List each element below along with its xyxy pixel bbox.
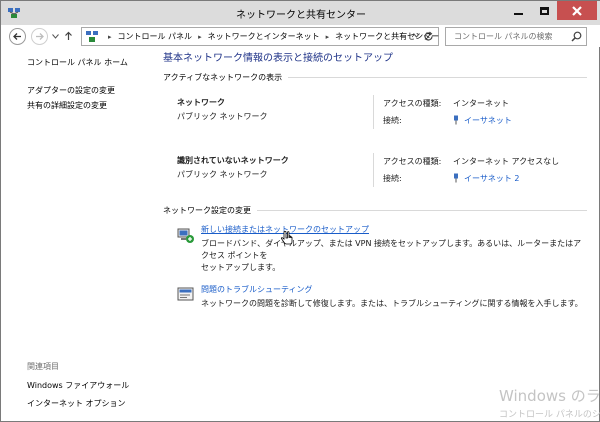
breadcrumb-separator[interactable]: ▸ bbox=[198, 33, 202, 41]
network-type-link[interactable]: パブリック ネットワーク bbox=[177, 111, 268, 122]
network-details: アクセスの種類: インターネット 接続: イーサネット bbox=[383, 97, 512, 131]
connection-label: 接続: bbox=[383, 173, 402, 183]
troubleshoot-icon bbox=[177, 287, 194, 301]
see-also-heading: 関連項目 bbox=[27, 362, 59, 371]
section-heading-label: アクティブなネットワークの表示 bbox=[163, 73, 283, 82]
advanced-sharing-settings-link[interactable]: 共有の詳細設定の変更 bbox=[27, 100, 147, 111]
network-info: ネットワーク パブリック ネットワーク bbox=[177, 97, 268, 122]
maximize-button[interactable] bbox=[531, 1, 557, 20]
connection-row: 接続: イーサネット 2 bbox=[383, 172, 559, 184]
close-icon bbox=[572, 5, 582, 16]
access-type-value: インターネット アクセスなし bbox=[453, 156, 560, 166]
connection-label: 接続: bbox=[383, 115, 402, 125]
see-also-section: 関連項目 Windows ファイアウォール インターネット オプション bbox=[27, 361, 157, 416]
ethernet-connection-link[interactable]: イーサネット bbox=[453, 115, 512, 126]
ethernet-2-connection-link[interactable]: イーサネット 2 bbox=[453, 173, 519, 184]
search-placeholder: コントロール パネルの検索 bbox=[454, 32, 553, 41]
section-heading-label: ネットワーク設定の変更 bbox=[163, 206, 251, 215]
title-bar[interactable]: ネットワークと共有センター bbox=[1, 1, 600, 25]
breadcrumb-separator[interactable]: ▸ bbox=[326, 33, 330, 41]
connection-row: 接続: イーサネット bbox=[383, 114, 512, 126]
activation-watermark-subtext: コントロール パネルのシ bbox=[499, 410, 600, 420]
page-title: 基本ネットワーク情報の表示と接続のセットアップ bbox=[163, 53, 393, 64]
hand-cursor-icon bbox=[281, 231, 293, 245]
breadcrumb-separator[interactable]: ▸ bbox=[108, 33, 112, 41]
back-button[interactable] bbox=[9, 28, 26, 45]
network-name: 識別されていないネットワーク bbox=[177, 156, 289, 165]
control-panel-icon bbox=[86, 31, 98, 42]
network-settings-heading: ネットワーク設定の変更 bbox=[163, 205, 587, 216]
main-content: 基本ネットワーク情報の表示と接続のセットアップ アクティブなネットワークの表示 … bbox=[163, 49, 587, 320]
address-bar[interactable]: ▸ コントロール パネル ▸ ネットワークとインターネット ▸ ネットワークと共… bbox=[81, 27, 439, 46]
network-entry: ネットワーク パブリック ネットワーク アクセスの種類: インターネット 接続: bbox=[163, 95, 587, 155]
access-type-row: アクセスの種類: インターネット bbox=[383, 97, 512, 109]
access-type-label: アクセスの種類: bbox=[383, 156, 442, 166]
minimize-button[interactable] bbox=[505, 1, 531, 20]
divider bbox=[288, 77, 587, 78]
left-task-pane: コントロール パネル ホーム アダプターの設定の変更 共有の詳細設定の変更 bbox=[27, 57, 147, 115]
ethernet-icon bbox=[454, 115, 458, 125]
setup-new-connection-link[interactable]: 新しい接続またはネットワークのセットアップ bbox=[201, 224, 587, 235]
task-description: セットアップします。 bbox=[201, 263, 281, 272]
network-details: アクセスの種類: インターネット アクセスなし 接続: イーサネット 2 bbox=[383, 155, 559, 189]
active-networks-heading: アクティブなネットワークの表示 bbox=[163, 72, 587, 83]
connection-value: イーサネット bbox=[464, 115, 512, 125]
divider bbox=[373, 153, 374, 187]
activation-watermark: Windows のライ bbox=[499, 387, 600, 405]
back-arrow-icon bbox=[13, 33, 21, 40]
access-type-value: インターネット bbox=[453, 98, 509, 108]
search-input[interactable]: コントロール パネルの検索 bbox=[445, 27, 587, 46]
ethernet-icon bbox=[454, 173, 458, 183]
new-connection-icon bbox=[177, 228, 194, 243]
recent-pages-dropdown-icon[interactable] bbox=[52, 34, 59, 39]
change-adapter-settings-link[interactable]: アダプターの設定の変更 bbox=[27, 85, 147, 96]
refresh-icon[interactable] bbox=[423, 31, 434, 42]
task-description: ブロードバンド、ダイヤルアップ、または VPN 接続をセットアップします。あるい… bbox=[201, 239, 582, 260]
close-button[interactable] bbox=[557, 1, 597, 20]
network-entry: 識別されていないネットワーク パブリック ネットワーク アクセスの種類: インタ… bbox=[163, 153, 587, 205]
search-icon[interactable] bbox=[571, 31, 582, 42]
divider bbox=[373, 95, 374, 129]
maximize-icon bbox=[539, 6, 549, 15]
access-type-row: アクセスの種類: インターネット アクセスなし bbox=[383, 155, 559, 167]
window-controls bbox=[505, 1, 597, 21]
access-type-label: アクセスの種類: bbox=[383, 98, 442, 108]
task-setup-connection: 新しい接続またはネットワークのセットアップ ブロードバンド、ダイヤルアップ、また… bbox=[163, 224, 587, 274]
connection-value: イーサネット 2 bbox=[464, 173, 520, 183]
task-description: ネットワークの問題を診断して修復します。または、トラブルシューティングに関する情… bbox=[201, 299, 583, 308]
window-frame: ネットワークと共有センター ▸ コントロール パネル ▸ ネットワークとインター… bbox=[0, 0, 600, 422]
divider bbox=[257, 210, 587, 211]
navigation-bar: ▸ コントロール パネル ▸ ネットワークとインターネット ▸ ネットワークと共… bbox=[1, 25, 600, 47]
internet-options-link[interactable]: インターネット オプション bbox=[27, 398, 157, 409]
troubleshoot-problems-link[interactable]: 問題のトラブルシューティング bbox=[201, 284, 587, 295]
control-panel-home-link[interactable]: コントロール パネル ホーム bbox=[27, 57, 147, 68]
up-arrow-icon[interactable] bbox=[64, 31, 73, 41]
breadcrumb-item[interactable]: ネットワークとインターネット bbox=[208, 31, 320, 42]
windows-firewall-link[interactable]: Windows ファイアウォール bbox=[27, 380, 157, 391]
task-troubleshoot: 問題のトラブルシューティング ネットワークの問題を診断して修復します。または、ト… bbox=[163, 284, 587, 310]
address-dropdown-icon[interactable] bbox=[413, 33, 420, 38]
breadcrumb: ▸ コントロール パネル ▸ ネットワークとインターネット ▸ ネットワークと共… bbox=[102, 31, 439, 42]
network-info: 識別されていないネットワーク パブリック ネットワーク bbox=[177, 155, 289, 180]
network-type-link[interactable]: パブリック ネットワーク bbox=[177, 169, 289, 180]
breadcrumb-item[interactable]: コントロール パネル bbox=[118, 31, 193, 42]
network-name: ネットワーク bbox=[177, 98, 225, 107]
forward-arrow-icon bbox=[36, 33, 44, 40]
minimize-icon bbox=[513, 12, 523, 15]
forward-button[interactable] bbox=[31, 28, 48, 45]
